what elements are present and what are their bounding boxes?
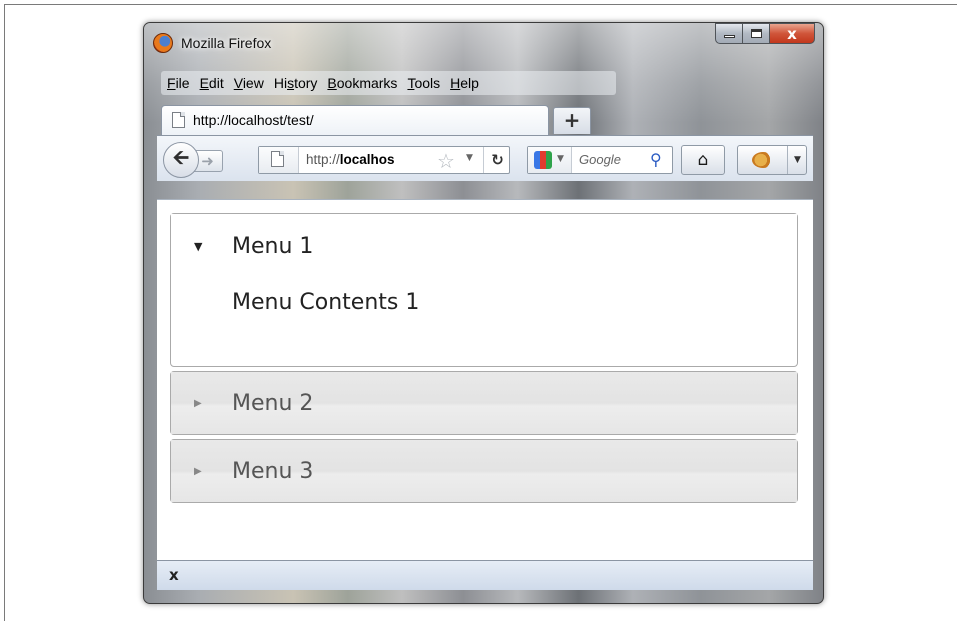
accordion-content-1: Menu Contents 1 bbox=[232, 290, 420, 315]
accordion-header-label: Menu 1 bbox=[232, 233, 314, 259]
url-bar[interactable]: http://localhos ☆ ▼ ↻ bbox=[258, 146, 510, 174]
navigation-toolbar: ➜ 🡨 http://localhos ☆ ▼ ↻ ▼ Google ⚲ ⌂ ▼ bbox=[157, 135, 813, 181]
search-icon[interactable]: ⚲ bbox=[650, 150, 662, 169]
menu-history[interactable]: History bbox=[270, 75, 324, 91]
page-border-left bbox=[4, 4, 5, 621]
browser-window: Mozilla Firefox x File Edit View History… bbox=[143, 22, 824, 604]
new-tab-button[interactable]: + bbox=[553, 107, 591, 134]
home-button[interactable]: ⌂ bbox=[681, 145, 725, 175]
tab-title: http://localhost/test/ bbox=[193, 112, 314, 128]
menu-view[interactable]: View bbox=[230, 75, 270, 91]
triangle-down-icon: ▼ bbox=[194, 239, 203, 253]
menu-help[interactable]: Help bbox=[446, 75, 485, 91]
accordion-panel-3: ▶ Menu 3 bbox=[170, 439, 798, 503]
page-icon bbox=[271, 151, 284, 167]
search-bar[interactable]: ▼ Google ⚲ bbox=[527, 146, 673, 174]
reload-button[interactable]: ↻ bbox=[483, 147, 511, 173]
page-icon bbox=[172, 112, 185, 128]
search-engine-button[interactable]: ▼ bbox=[528, 147, 572, 173]
back-arrow-icon: 🡨 bbox=[172, 145, 190, 169]
site-identity-button[interactable] bbox=[259, 147, 299, 173]
maximize-icon bbox=[750, 29, 762, 38]
accordion-header-label: Menu 2 bbox=[232, 390, 314, 416]
menubar: File Edit View History Bookmarks Tools H… bbox=[161, 71, 616, 95]
triangle-right-icon: ▶ bbox=[194, 465, 202, 477]
accordion-header-label: Menu 3 bbox=[232, 458, 314, 484]
firefox-logo-icon[interactable] bbox=[153, 33, 173, 53]
url-input[interactable]: http://localhos bbox=[306, 152, 431, 167]
reload-icon: ↻ bbox=[491, 151, 504, 169]
menu-bookmarks[interactable]: Bookmarks bbox=[323, 75, 403, 91]
accordion: ▼ Menu 1 Menu Contents 1 ▶ Menu 2 ▶ Menu… bbox=[170, 213, 798, 507]
back-button[interactable]: 🡨 bbox=[163, 142, 199, 178]
close-icon: x bbox=[787, 24, 797, 43]
accordion-header-1[interactable]: ▼ Menu 1 bbox=[171, 214, 797, 278]
triangle-right-icon: ▶ bbox=[194, 397, 202, 409]
status-close-button[interactable]: x bbox=[169, 566, 179, 584]
page-border-top bbox=[4, 4, 957, 5]
menu-edit[interactable]: Edit bbox=[196, 75, 230, 91]
firebug-dropdown-button[interactable]: ▼ bbox=[787, 146, 807, 174]
window-controls: x bbox=[715, 23, 815, 45]
status-bar: x bbox=[157, 560, 813, 590]
accordion-header-2[interactable]: ▶ Menu 2 bbox=[171, 372, 797, 434]
accordion-header-3[interactable]: ▶ Menu 3 bbox=[171, 440, 797, 502]
menu-tools[interactable]: Tools bbox=[403, 75, 446, 91]
firebug-icon bbox=[752, 152, 774, 168]
google-logo-icon bbox=[534, 151, 552, 169]
bookmark-star-icon[interactable]: ☆ bbox=[437, 149, 455, 173]
accordion-panel-2: ▶ Menu 2 bbox=[170, 371, 798, 435]
accordion-panel-1: ▼ Menu 1 Menu Contents 1 bbox=[170, 213, 798, 367]
titlebar[interactable]: Mozilla Firefox x bbox=[144, 23, 823, 63]
search-input[interactable]: Google bbox=[579, 152, 647, 167]
tab-localhost-test[interactable]: http://localhost/test/ bbox=[161, 105, 549, 135]
minimize-button[interactable] bbox=[715, 23, 743, 44]
forward-arrow-icon: ➜ bbox=[201, 152, 214, 170]
page-content: ▼ Menu 1 Menu Contents 1 ▶ Menu 2 ▶ Menu… bbox=[157, 199, 813, 560]
maximize-button[interactable] bbox=[743, 23, 770, 44]
tab-strip: http://localhost/test/ + bbox=[161, 103, 821, 135]
minimize-icon bbox=[723, 35, 735, 38]
window-title: Mozilla Firefox bbox=[181, 35, 272, 51]
close-button[interactable]: x bbox=[770, 23, 815, 44]
chevron-down-icon: ▼ bbox=[557, 154, 564, 164]
url-history-dropdown-icon[interactable]: ▼ bbox=[466, 153, 473, 163]
firebug-button[interactable]: ▼ bbox=[737, 145, 807, 175]
back-forward-group: ➜ 🡨 bbox=[163, 142, 249, 178]
home-icon: ⌂ bbox=[697, 150, 709, 170]
menu-file[interactable]: File bbox=[163, 75, 196, 91]
